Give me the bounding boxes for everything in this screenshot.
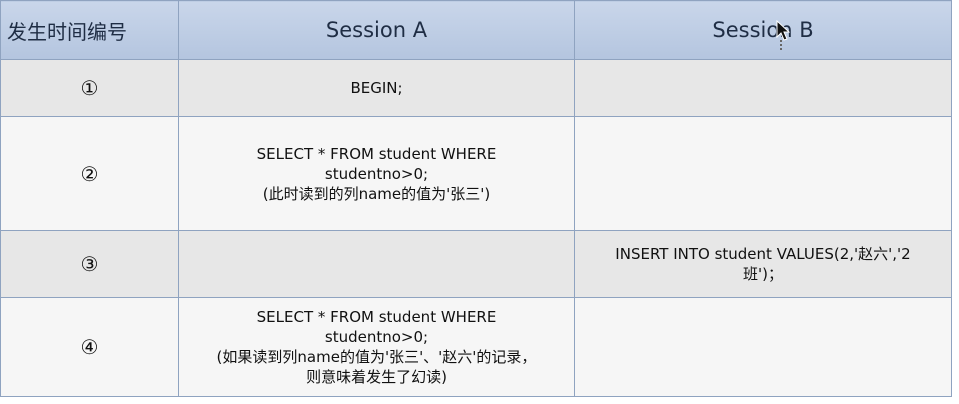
step-number: ③	[0, 230, 179, 298]
phantom-read-slide: 发生时间编号 Session A Session B ① BEGIN; ② SE…	[0, 0, 959, 404]
step-number: ④	[0, 297, 179, 397]
note-line: (此时读到的列name的值为'张三')	[262, 184, 491, 203]
statement-line: SELECT * FROM student WHERE	[256, 144, 497, 163]
note-line: (如果读到列name的值为'张三'、'赵六'的记录，	[216, 348, 537, 366]
session-table: 发生时间编号 Session A Session B ① BEGIN; ② SE…	[0, 0, 952, 397]
table-row: ② SELECT * FROM student WHERE studentno>…	[0, 116, 952, 231]
table-row: ④ SELECT * FROM student WHERE studentno>…	[0, 297, 952, 397]
header-row: 发生时间编号 Session A Session B	[0, 0, 952, 60]
cursor-trail	[780, 40, 782, 52]
session-b-cell	[574, 297, 952, 397]
header-session-a: Session A	[178, 0, 575, 60]
session-a-cell	[178, 230, 575, 298]
statement-line: INSERT INTO student VALUES(2,'赵六','2	[615, 245, 911, 263]
header-time-id: 发生时间编号	[0, 0, 179, 60]
session-b-cell	[574, 116, 952, 231]
note-line: 则意味着发生了幻读)	[306, 368, 447, 386]
session-a-cell: SELECT * FROM student WHERE studentno>0;…	[178, 116, 575, 231]
mouse-pointer-icon	[776, 20, 790, 41]
session-a-cell: BEGIN;	[178, 59, 575, 117]
session-b-cell	[574, 59, 952, 117]
session-b-cell: INSERT INTO student VALUES(2,'赵六','2 班')…	[574, 230, 952, 298]
step-number: ②	[0, 116, 179, 231]
table-row: ③ INSERT INTO student VALUES(2,'赵六','2 班…	[0, 230, 952, 298]
table-row: ① BEGIN;	[0, 59, 952, 117]
statement-line: SELECT * FROM student WHERE	[256, 308, 497, 326]
statement-line: studentno>0;	[324, 328, 429, 346]
header-session-b: Session B	[574, 0, 952, 60]
step-number: ①	[0, 59, 179, 117]
statement-line: BEGIN;	[350, 79, 403, 97]
statement-line: 班')；	[743, 265, 783, 283]
session-a-cell: SELECT * FROM student WHERE studentno>0;…	[178, 297, 575, 397]
statement-line: studentno>0;	[324, 164, 429, 183]
